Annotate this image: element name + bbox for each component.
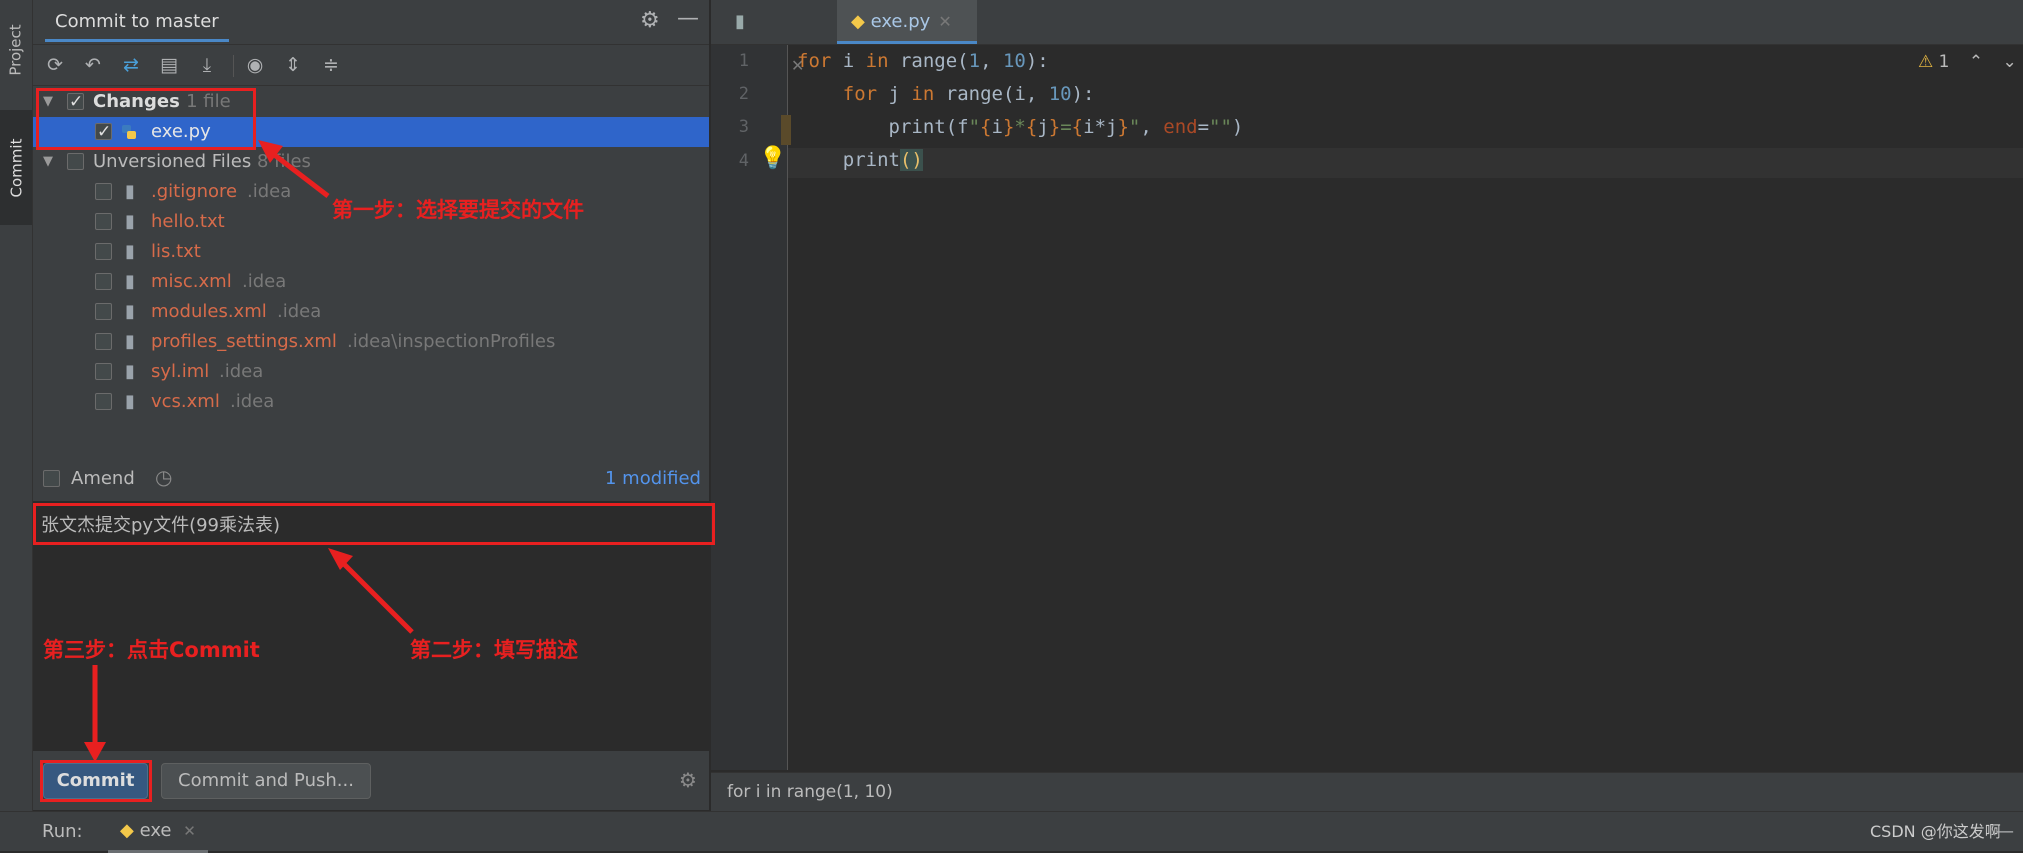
step1-annotation: 第一步：选择要提交的文件 — [332, 198, 584, 222]
step3-annotation: 第三步：点击Commit — [43, 638, 260, 662]
annotation-arrows — [84, 140, 414, 762]
step2-annotation: 第二步：填写描述 — [410, 638, 578, 662]
